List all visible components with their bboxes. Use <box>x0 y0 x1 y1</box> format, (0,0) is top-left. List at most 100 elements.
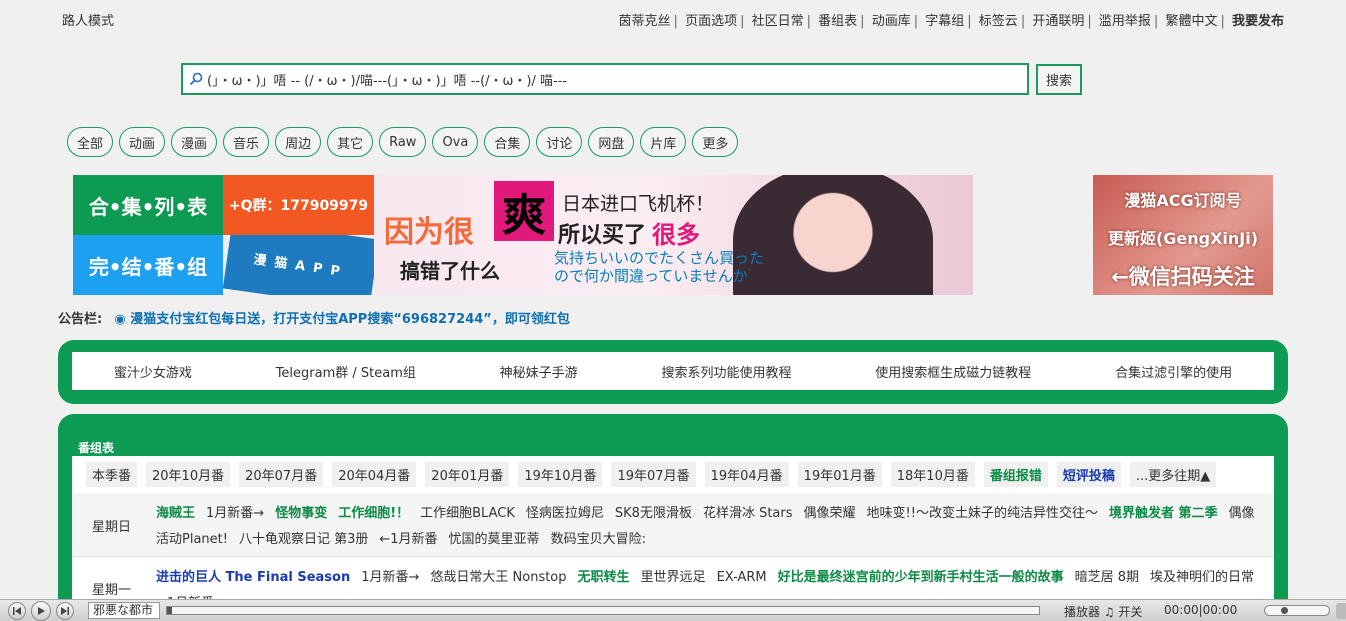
toplink-schedule[interactable]: 番组表 <box>818 14 857 29</box>
schedule-title: 番组表 <box>78 441 115 455</box>
toplink-anime-library[interactable]: 动画库 <box>872 14 911 29</box>
search-input[interactable] <box>207 71 1027 87</box>
category-ova[interactable]: Ova <box>432 127 479 157</box>
ad-text: 爽 <box>494 181 554 241</box>
finished-series-button[interactable]: 完•结•番•组 <box>73 235 223 295</box>
app-button[interactable]: 漫猫APP <box>223 235 374 295</box>
toplink-alliance[interactable]: 开通联明 <box>1032 14 1084 29</box>
quick-link[interactable]: Telegram群 / Steam组 <box>276 362 416 381</box>
season-tab[interactable]: 本季番 <box>86 462 138 487</box>
category-library[interactable]: 片库 <box>640 127 687 157</box>
collection-list-button[interactable]: 合•集•列•表 <box>73 175 223 235</box>
ad-text: 搞错了什么 <box>400 259 500 283</box>
show-link[interactable]: 进击的巨人 The Final Season <box>156 570 350 585</box>
schedule-panel: 番组表 本季番 20年10月番 20年07月番 20年04月番 20年01月番 19年10… <box>58 414 1288 614</box>
show-link[interactable]: 里世界远足 <box>641 570 706 585</box>
toplink-page-options[interactable]: 页面选项 <box>685 14 737 29</box>
season-tab[interactable]: 19年07月番 <box>611 462 696 487</box>
show-link[interactable]: 花样滑冰 Stars <box>703 506 793 521</box>
show-link[interactable]: 好比是最终迷宫前的少年到新手村生活一般的故事 <box>778 570 1064 585</box>
season-tab[interactable]: 19年04月番 <box>704 462 789 487</box>
season-tab[interactable]: 短评投稿 <box>1056 462 1121 487</box>
quick-link[interactable]: 蜜汁少女游戏 <box>114 362 192 381</box>
progress-knob[interactable] <box>167 607 172 614</box>
prev-icon[interactable] <box>8 602 26 620</box>
player-edge <box>1336 603 1346 619</box>
quick-link[interactable]: 使用搜索框生成磁力链教程 <box>875 362 1031 381</box>
category-discussion[interactable]: 讨论 <box>536 127 583 157</box>
wechat-qr-banner[interactable]: 漫猫ACG订阅号 更新姬(GengXinJi) ←微信扫码关注 <box>1093 175 1273 295</box>
volume-knob[interactable] <box>1281 607 1288 614</box>
show-link[interactable]: 八十龟观察日记 第3册 <box>239 532 368 547</box>
guest-mode-link[interactable]: 路人模式 <box>62 10 114 29</box>
show-link[interactable]: 忧国的莫里亚蒂 <box>449 532 540 547</box>
show-link[interactable]: 工作细胞BLACK <box>420 506 515 521</box>
show-link[interactable]: 数码宝贝大冒险: <box>551 532 646 547</box>
category-tabs: 全部 动画 漫画 音乐 周边 其它 Raw Ova 合集 讨论 网盘 片库 更多 <box>67 127 739 157</box>
play-icon[interactable] <box>31 601 51 621</box>
show-link[interactable]: 无职转生 <box>578 570 630 585</box>
toplink-fansub[interactable]: 字幕组 <box>925 14 964 29</box>
quick-link[interactable]: 合集过滤引擎的使用 <box>1115 362 1232 381</box>
quick-link[interactable]: 搜索系列功能使用教程 <box>661 362 791 381</box>
category-more[interactable]: 更多 <box>692 127 739 157</box>
search-box <box>181 63 1029 95</box>
category-all[interactable]: 全部 <box>67 127 114 157</box>
season-tab[interactable]: 20年10月番 <box>146 462 231 487</box>
show-link[interactable]: 偶像荣耀 <box>804 506 856 521</box>
season-tab[interactable]: 19年10月番 <box>518 462 603 487</box>
show-link[interactable]: 海贼王 <box>156 506 195 521</box>
season-tab[interactable]: 20年01月番 <box>425 462 510 487</box>
show-link[interactable]: 怪物事变 <box>275 506 327 521</box>
show-link[interactable]: ←1月新番 <box>379 532 437 547</box>
app-label: 漫猫APP <box>223 235 374 295</box>
category-collection[interactable]: 合集 <box>484 127 531 157</box>
progress-bar[interactable] <box>166 606 1040 615</box>
show-link[interactable]: 境界触发者 第二季 <box>1109 506 1218 521</box>
show-link[interactable]: SK8无限滑板 <box>615 506 692 521</box>
next-icon[interactable] <box>56 602 74 620</box>
qq-group-button[interactable]: +Q群：177909979 <box>223 175 374 235</box>
season-tab[interactable]: 18年10月番 <box>890 462 975 487</box>
season-tab[interactable]: 20年04月番 <box>332 462 417 487</box>
quick-link[interactable]: 神秘妹子手游 <box>500 362 578 381</box>
notice-bar: 公告栏: ◉ 漫猫支付宝红包每日送，打开支付宝APP搜索“696827244”，… <box>58 308 570 327</box>
notice-label: 公告栏: <box>58 312 103 327</box>
ad-text: 所以买了 <box>558 223 647 248</box>
category-netdisk[interactable]: 网盘 <box>588 127 635 157</box>
show-link[interactable]: 悠哉日常大王 Nonstop <box>430 570 566 585</box>
top-links: 茵蒂克丝 | 页面选项 | 社区日常 | 番组表 | 动画库 | 字幕组 | 标签云 | 开通… <box>618 14 1284 29</box>
schedule-table: 本季番 20年10月番 20年07月番 20年04月番 20年01月番 19年10月番 19… <box>72 456 1274 614</box>
show-link[interactable]: 1月新番→ <box>361 570 419 585</box>
player-toggle[interactable]: 播放器 ♫ 开关 <box>1064 603 1142 620</box>
season-tab[interactable]: 番组报错 <box>983 462 1048 487</box>
season-tab[interactable]: 19年01月番 <box>797 462 882 487</box>
toplink-index[interactable]: 茵蒂克丝 <box>619 14 671 29</box>
player-time: 00:00|00:00 <box>1164 603 1238 617</box>
publish-link[interactable]: 我要发布 <box>1232 14 1284 29</box>
toplink-traditional[interactable]: 繁體中文 <box>1165 14 1217 29</box>
toplink-community[interactable]: 社区日常 <box>752 14 804 29</box>
show-link[interactable]: 怪病医拉姆尼 <box>526 506 604 521</box>
top-bar: 路人模式 茵蒂克丝 | 页面选项 | 社区日常 | 番组表 | 动画库 | 字幕组 | 标签… <box>62 10 1284 29</box>
category-merch[interactable]: 周边 <box>275 127 322 157</box>
toplink-tag-cloud[interactable]: 标签云 <box>979 14 1018 29</box>
ad-banner[interactable]: 因为很 爽 日本进口飞机杯！ 所以买了 很多 搞错了什么 気持ちいいのでたくさん… <box>374 175 973 295</box>
category-music[interactable]: 音乐 <box>223 127 270 157</box>
show-link[interactable]: 1月新番→ <box>206 506 264 521</box>
season-tab[interactable]: 20年07月番 <box>239 462 324 487</box>
show-link[interactable]: 地味变!!～改变土妹子的纯洁异性交往～ <box>867 506 1098 521</box>
category-raw[interactable]: Raw <box>379 127 427 157</box>
show-link[interactable]: 暗芝居 8期 <box>1075 570 1139 585</box>
show-link[interactable]: 工作细胞!！ <box>338 506 409 521</box>
category-other[interactable]: 其它 <box>327 127 374 157</box>
show-link[interactable]: EX-ARM <box>717 570 767 585</box>
volume-slider[interactable] <box>1264 605 1330 616</box>
search-button[interactable]: 搜索 <box>1036 64 1082 95</box>
show-link[interactable]: 埃及神明们的日常 <box>1150 570 1254 585</box>
category-manga[interactable]: 漫画 <box>171 127 218 157</box>
season-tab[interactable]: ...更多往期▲ <box>1129 462 1217 487</box>
notice-message[interactable]: ◉ 漫猫支付宝红包每日送，打开支付宝APP搜索“696827244”，即可领红包 <box>114 312 569 327</box>
toplink-report[interactable]: 滥用举报 <box>1099 14 1151 29</box>
category-anime[interactable]: 动画 <box>119 127 166 157</box>
